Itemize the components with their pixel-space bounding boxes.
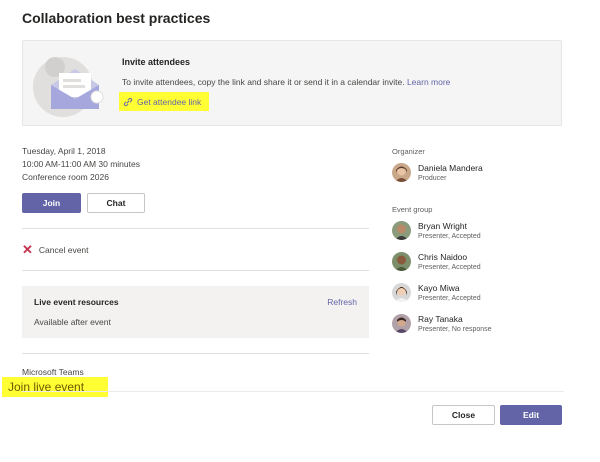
get-attendee-link-label: Get attendee link xyxy=(137,96,202,107)
resources-title: Live event resources xyxy=(34,297,119,307)
member-role: Presenter, Accepted xyxy=(418,264,481,271)
close-button[interactable]: Close xyxy=(432,405,495,425)
event-group-label: Event group xyxy=(392,205,433,214)
footer-divider xyxy=(22,391,564,392)
event-group-member: Bryan Wright Presenter, Accepted xyxy=(392,221,582,247)
member-role: Presenter, No response xyxy=(418,326,492,333)
event-group-member: Kayo Miwa Presenter, Accepted xyxy=(392,283,582,309)
invite-description: To invite attendees, copy the link and s… xyxy=(122,77,450,87)
refresh-link[interactable]: Refresh xyxy=(327,297,357,307)
divider xyxy=(22,228,369,229)
chat-button[interactable]: Chat xyxy=(87,193,145,213)
join-button[interactable]: Join xyxy=(22,193,81,213)
avatar xyxy=(392,163,411,182)
avatar xyxy=(392,221,411,240)
member-name: Kayo Miwa xyxy=(418,283,460,293)
organizer-person: Daniela Mandera Producer xyxy=(392,163,582,189)
organizer-name: Daniela Mandera xyxy=(418,163,483,173)
divider xyxy=(22,353,369,354)
member-name: Ray Tanaka xyxy=(418,314,463,324)
join-live-event-link[interactable]: Join live event xyxy=(2,377,108,397)
event-date: Tuesday, April 1, 2018 xyxy=(22,146,106,156)
live-event-resources-panel: Live event resources Refresh Available a… xyxy=(22,286,369,338)
organizer-role: Producer xyxy=(418,175,447,182)
invite-envelope-illustration xyxy=(33,57,104,117)
close-x-icon: ✕ xyxy=(22,242,33,257)
event-time: 10:00 AM-11:00 AM 30 minutes xyxy=(22,159,140,169)
get-attendee-link[interactable]: Get attendee link xyxy=(119,92,210,111)
cancel-event-label: Cancel event xyxy=(38,244,89,255)
event-group-member: Ray Tanaka Presenter, No response xyxy=(392,314,582,340)
organizer-label: Organizer xyxy=(392,147,425,156)
dialog-title: Collaboration best practices xyxy=(22,10,211,26)
member-role: Presenter, Accepted xyxy=(418,295,481,302)
divider xyxy=(22,270,369,271)
event-location: Conference room 2026 xyxy=(22,172,109,182)
edit-button[interactable]: Edit xyxy=(500,405,562,425)
cancel-event-button[interactable]: ✕ Cancel event xyxy=(22,243,89,256)
avatar xyxy=(392,283,411,302)
learn-more-link[interactable]: Learn more xyxy=(407,77,450,87)
avatar xyxy=(392,252,411,271)
invite-attendees-card: Invite attendees To invite attendees, co… xyxy=(22,40,562,126)
member-name: Chris Naidoo xyxy=(418,252,468,262)
member-name: Bryan Wright xyxy=(418,221,467,231)
event-group-member: Chris Naidoo Presenter, Accepted xyxy=(392,252,582,278)
microsoft-teams-label: Microsoft Teams xyxy=(22,367,84,377)
member-role: Presenter, Accepted xyxy=(418,233,481,240)
avatar xyxy=(392,314,411,333)
invite-description-text: To invite attendees, copy the link and s… xyxy=(122,77,405,87)
link-icon xyxy=(123,97,133,106)
resources-status: Available after event xyxy=(34,317,111,327)
invite-title: Invite attendees xyxy=(122,57,191,67)
